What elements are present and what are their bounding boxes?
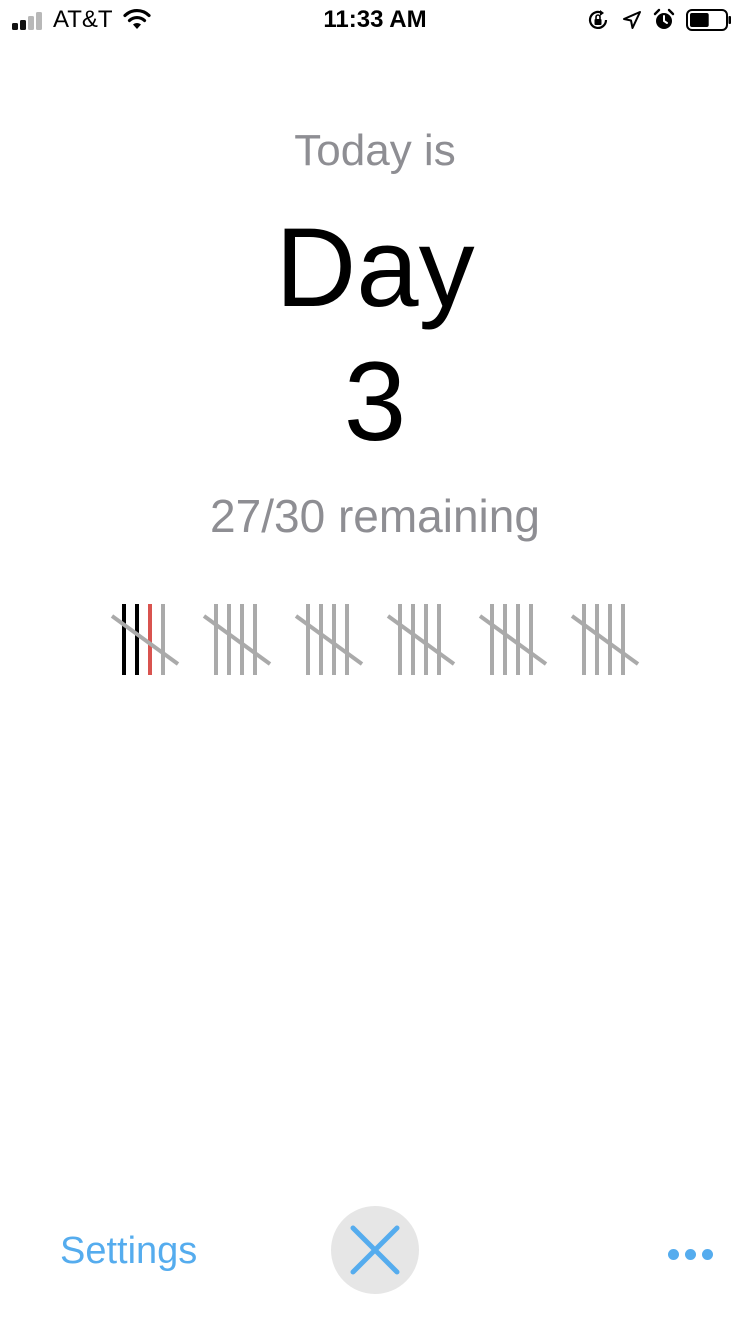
day-number: 3: [343, 339, 407, 464]
tally-marks: [110, 604, 640, 675]
tally-group: [386, 604, 456, 675]
close-button[interactable]: [331, 1206, 419, 1294]
tally-slash: [202, 614, 272, 666]
more-button[interactable]: [660, 1240, 720, 1270]
tally-slash: [110, 614, 180, 666]
tally-group: [202, 604, 272, 675]
more-dots-icon: [668, 1249, 679, 1260]
tally-slash: [294, 614, 364, 666]
today-label: Today is: [294, 126, 456, 175]
tally-group: [294, 604, 364, 675]
alarm-clock-icon: [653, 8, 675, 29]
rotation-lock-icon: [588, 10, 608, 29]
settings-button[interactable]: Settings: [60, 1226, 197, 1276]
tally-group: [478, 604, 548, 675]
tally-slash: [478, 614, 548, 666]
tally-slash: [386, 614, 456, 666]
remaining-count: 27/30 remaining: [210, 490, 540, 542]
status-bar: AT&T 11:33 AM: [0, 0, 750, 40]
day-label: Day: [275, 205, 475, 330]
location-arrow-icon: [623, 11, 641, 29]
close-icon: [350, 1225, 400, 1275]
tally-group: [570, 604, 640, 675]
tally-slash: [570, 614, 640, 666]
battery-icon: [686, 9, 731, 31]
tally-group: [110, 604, 180, 675]
